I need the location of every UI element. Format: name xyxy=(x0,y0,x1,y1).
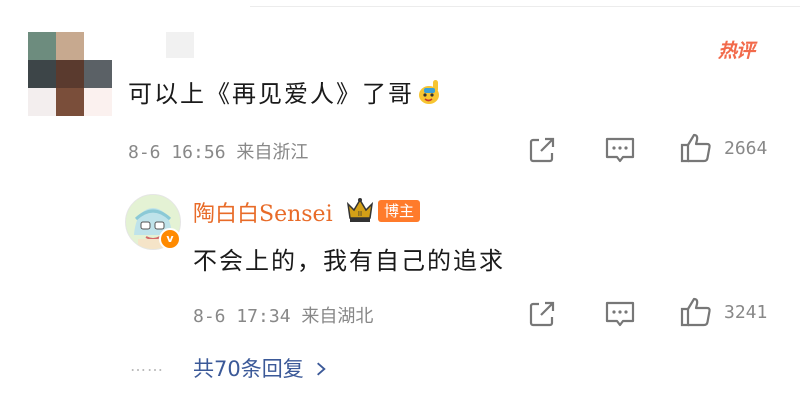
reply-timestamp: 8-6 17:34 xyxy=(193,306,291,327)
svg-text:II: II xyxy=(358,210,362,218)
reply-like-icon[interactable] xyxy=(679,295,713,329)
comment-meta: 8-6 16:56 来自浙江 xyxy=(128,138,308,164)
hot-comment-badge: 热评 xyxy=(716,34,762,62)
comment-text: 可以上《再见爱人》了哥 xyxy=(128,80,414,108)
comment-timestamp: 8-6 16:56 xyxy=(128,142,226,163)
view-more-replies-link[interactable]: 共70条回复 xyxy=(193,353,327,383)
reply-body: 不会上的，我有自己的追求 xyxy=(193,247,505,275)
reply-meta: 8-6 17:34 来自湖北 xyxy=(193,302,373,328)
share-icon[interactable] xyxy=(525,133,559,167)
reply-like-count: 3241 xyxy=(724,302,768,323)
reply-comment-icon[interactable] xyxy=(603,297,637,331)
more-replies-label: 共70条回复 xyxy=(193,357,304,381)
comment-body: 可以上《再见爱人》了哥 xyxy=(128,74,442,109)
like-count: 2664 xyxy=(724,138,768,159)
comment-icon[interactable] xyxy=(603,133,637,167)
reply-share-icon[interactable] xyxy=(525,297,559,331)
divider xyxy=(250,6,800,7)
chevron-right-icon xyxy=(316,358,327,382)
reply-location: 来自湖北 xyxy=(301,306,374,327)
blogger-tag: 博主 xyxy=(378,200,421,222)
hot-label: 热评 xyxy=(718,40,755,62)
commenter-avatar-pixelated[interactable] xyxy=(28,32,112,116)
like-icon[interactable] xyxy=(679,131,713,165)
commenter-name-redacted xyxy=(166,32,194,58)
comment-location: 来自浙江 xyxy=(236,142,309,163)
verified-badge-icon: v xyxy=(159,228,181,250)
raising-hand-emoji-icon xyxy=(416,78,442,106)
crown-icon: II xyxy=(345,196,375,224)
thread-dots: …… xyxy=(130,356,164,375)
reply-author-name[interactable]: 陶白白Sensei xyxy=(193,196,333,228)
